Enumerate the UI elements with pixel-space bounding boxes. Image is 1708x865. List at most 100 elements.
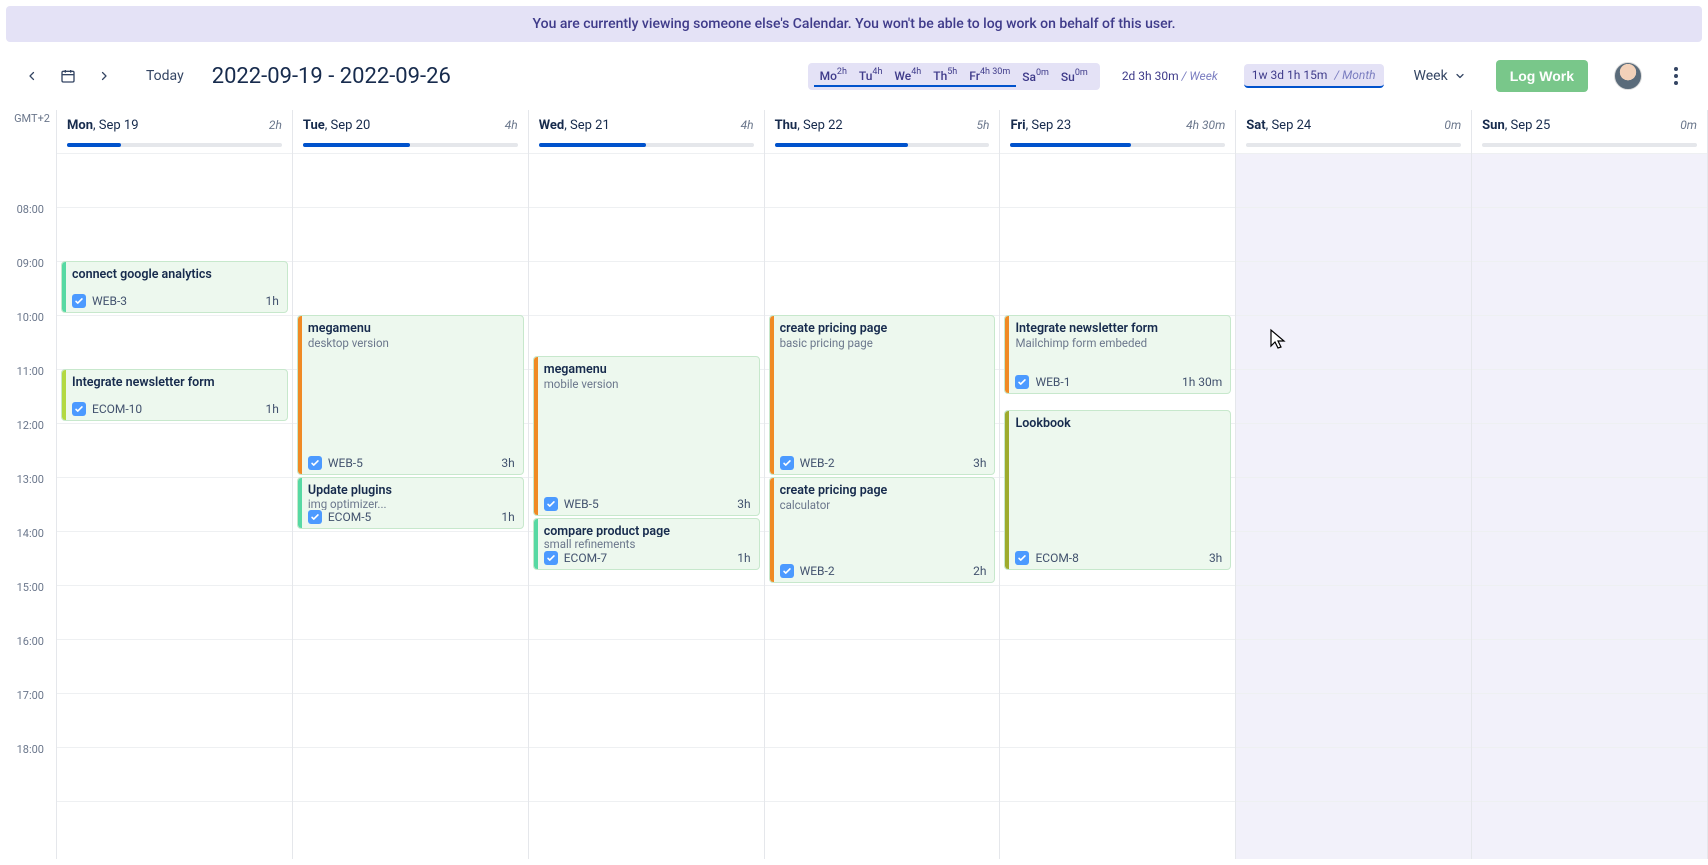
timezone-label: GMT+2 xyxy=(0,110,50,130)
calendar-event[interactable]: compare product pagesmall refinementsECO… xyxy=(533,518,760,570)
event-duration: 1h xyxy=(266,294,279,308)
day-body[interactable]: connect google analyticsWEB-31hIntegrate… xyxy=(57,153,292,859)
day-column[interactable]: Tue, Sep 204hmegamenudesktop versionWEB-… xyxy=(293,110,529,859)
date-picker-button[interactable] xyxy=(54,62,82,90)
event-issue-key[interactable]: WEB-1 xyxy=(1015,375,1070,389)
calendar-event[interactable]: megamenudesktop versionWEB-53h xyxy=(297,315,524,475)
hour-label: 09:00 xyxy=(0,264,50,318)
day-column[interactable]: Mon, Sep 192hconnect google analyticsWEB… xyxy=(57,110,293,859)
day-header-duration: 2h xyxy=(269,118,282,132)
day-pill-su[interactable]: Su0m xyxy=(1055,67,1094,86)
day-header-name: Fri, Sep 23 xyxy=(1010,118,1071,133)
day-body[interactable]: megamenudesktop versionWEB-53hUpdate plu… xyxy=(293,153,528,859)
day-header: Tue, Sep 204h xyxy=(293,110,528,137)
day-pill-th[interactable]: Th5h xyxy=(927,66,963,87)
day-header-name: Mon, Sep 19 xyxy=(67,118,139,133)
next-week-button[interactable] xyxy=(90,62,118,90)
day-pill-duration: 4h 30m xyxy=(980,67,1010,77)
day-column[interactable]: Fri, Sep 234h 30mIntegrate newsletter fo… xyxy=(1000,110,1236,859)
more-menu-button[interactable] xyxy=(1662,62,1690,90)
day-header-name: Sun, Sep 25 xyxy=(1482,118,1550,133)
event-issue-key[interactable]: WEB-3 xyxy=(72,294,127,308)
day-progress-bar xyxy=(775,143,990,147)
prev-week-button[interactable] xyxy=(18,62,46,90)
event-stripe xyxy=(1005,411,1009,569)
day-pill-abbr: Su xyxy=(1061,70,1075,84)
day-pill-mo[interactable]: Mo2h xyxy=(814,66,853,87)
event-issue-key[interactable]: ECOM-10 xyxy=(72,402,142,416)
issue-checkbox-icon xyxy=(780,456,794,470)
calendar: GMT+2 08:0009:0010:0011:0012:0013:0014:0… xyxy=(0,110,1708,859)
month-total-pill[interactable]: 1w 3d 1h 15m / Month xyxy=(1244,64,1384,88)
day-pill-fr[interactable]: Fr4h 30m xyxy=(963,66,1016,87)
month-total-label: / Month xyxy=(1334,68,1375,82)
calendar-event[interactable]: create pricing pagebasic pricing page WEB… xyxy=(769,315,996,475)
hour-label: 13:00 xyxy=(0,480,50,534)
event-issue-key[interactable]: ECOM-5 xyxy=(308,510,371,524)
day-progress-bar xyxy=(67,143,282,147)
calendar-event[interactable]: LookbookECOM-83h xyxy=(1004,410,1231,570)
day-body[interactable]: create pricing pagebasic pricing pageWEB… xyxy=(765,153,1000,859)
chevron-down-icon xyxy=(1454,70,1466,82)
event-issue-key[interactable]: ECOM-7 xyxy=(544,551,607,565)
day-column[interactable]: Thu, Sep 225hcreate pricing pagebasic pr… xyxy=(765,110,1001,859)
day-column[interactable]: Sat, Sep 240m xyxy=(1236,110,1472,859)
day-pill-tu[interactable]: Tu4h xyxy=(853,66,889,87)
event-issue-key[interactable]: WEB-2 xyxy=(780,564,835,578)
event-stripe xyxy=(770,478,774,582)
day-body[interactable] xyxy=(1236,153,1471,859)
day-pill-sa[interactable]: Sa0m xyxy=(1016,67,1055,86)
calendar-event[interactable]: create pricing pagecalculatorWEB-22h xyxy=(769,477,996,583)
hour-label: 12:00 xyxy=(0,426,50,480)
day-column[interactable]: Wed, Sep 214hmegamenumobile versionWEB-5… xyxy=(529,110,765,859)
issue-checkbox-icon xyxy=(1015,551,1029,565)
user-avatar[interactable] xyxy=(1614,62,1642,90)
day-header: Mon, Sep 19 2h xyxy=(57,110,292,137)
issue-checkbox-icon xyxy=(72,294,86,308)
day-body[interactable] xyxy=(1472,153,1707,859)
event-issue-key[interactable]: WEB-2 xyxy=(780,456,835,470)
event-issue-label: WEB-1 xyxy=(1035,375,1070,389)
calendar-event[interactable]: Update pluginsimg optimizer...ECOM-51h xyxy=(297,477,524,529)
event-stripe xyxy=(770,316,774,474)
event-issue-label: WEB-2 xyxy=(800,456,835,470)
calendar-event[interactable]: Integrate newsletter formECOM-101h xyxy=(61,369,288,421)
day-column[interactable]: Sun, Sep 250m xyxy=(1472,110,1708,859)
day-pill-abbr: Fr xyxy=(969,69,980,83)
event-issue-key[interactable]: WEB-5 xyxy=(544,497,599,511)
log-work-button[interactable]: Log Work xyxy=(1496,60,1588,92)
day-pill-we[interactable]: We4h xyxy=(888,66,927,87)
issue-checkbox-icon xyxy=(544,551,558,565)
event-title: create pricing page xyxy=(780,483,987,498)
day-pill-abbr: Mo xyxy=(820,69,837,83)
calendar-event[interactable]: connect google analyticsWEB-31h xyxy=(61,261,288,313)
day-body[interactable]: Integrate newsletter formMailchimp form … xyxy=(1000,153,1235,859)
issue-checkbox-icon xyxy=(308,510,322,524)
view-select[interactable]: Week xyxy=(1414,68,1466,84)
event-subtitle: Mailchimp form embeded xyxy=(1015,336,1222,350)
event-issue-key[interactable]: ECOM-8 xyxy=(1015,551,1078,565)
kebab-dot-icon xyxy=(1674,81,1678,85)
week-total-value: 2d 3h 30m xyxy=(1122,69,1179,83)
event-issue-key[interactable]: WEB-5 xyxy=(308,456,363,470)
issue-checkbox-icon xyxy=(544,497,558,511)
event-subtitle: desktop version xyxy=(308,336,515,350)
day-pill-duration: 2h xyxy=(837,67,847,77)
event-title: create pricing page xyxy=(780,321,987,336)
calendar-icon xyxy=(60,68,76,84)
day-pill-abbr: We xyxy=(894,69,911,83)
event-duration: 3h xyxy=(501,456,514,470)
calendar-event[interactable]: megamenumobile versionWEB-53h xyxy=(533,356,760,516)
event-stripe xyxy=(534,357,538,515)
event-issue-label: ECOM-8 xyxy=(1035,551,1078,565)
day-body[interactable]: megamenumobile versionWEB-53hcompare pro… xyxy=(529,153,764,859)
event-subtitle: basic pricing page xyxy=(780,336,987,350)
today-button[interactable]: Today xyxy=(146,68,184,84)
event-duration: 3h xyxy=(737,497,750,511)
event-issue-label: WEB-3 xyxy=(92,294,127,308)
event-stripe xyxy=(1005,316,1009,393)
day-header-name: Tue, Sep 20 xyxy=(303,118,370,133)
event-stripe xyxy=(62,370,66,420)
calendar-event[interactable]: Integrate newsletter formMailchimp form … xyxy=(1004,315,1231,394)
day-header-name: Sat, Sep 24 xyxy=(1246,118,1311,133)
